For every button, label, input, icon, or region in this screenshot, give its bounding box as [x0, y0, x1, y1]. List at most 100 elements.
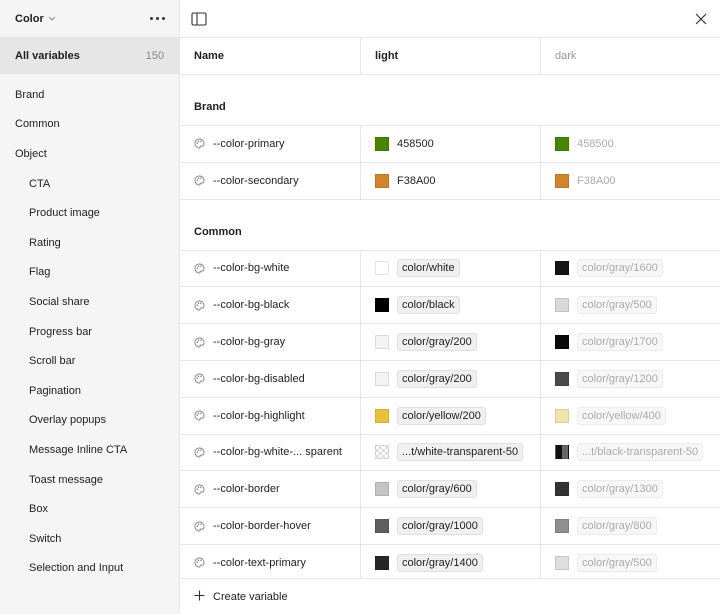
color-swatch[interactable]: [375, 371, 389, 386]
color-swatch[interactable]: [555, 555, 569, 570]
sidebar-item-social-share[interactable]: Social share: [0, 287, 179, 317]
value-cell-light[interactable]: 458500: [360, 126, 540, 162]
color-swatch[interactable]: [555, 335, 569, 350]
more-options-icon[interactable]: [146, 13, 169, 24]
value-cell-dark[interactable]: color/gray/1300: [540, 471, 720, 508]
alias-chip[interactable]: color/gray/1700: [577, 333, 663, 352]
alias-chip[interactable]: color/gray/1000: [397, 517, 483, 536]
close-icon[interactable]: [692, 10, 710, 28]
value-cell-dark[interactable]: color/gray/500: [540, 544, 720, 581]
table-row[interactable]: --color-bg-highlight color/yellow/200 colo…: [180, 396, 720, 434]
color-swatch[interactable]: [375, 555, 389, 570]
table-row[interactable]: --color-secondary F38A00 F38A00: [180, 161, 720, 199]
variable-name-cell[interactable]: --color-bg-white: [180, 251, 360, 287]
variable-name-cell[interactable]: --color-border: [180, 471, 360, 507]
variable-name-cell[interactable]: --color-bg-disabled: [180, 361, 360, 397]
alias-chip[interactable]: ...t/white-transparent-50: [397, 443, 524, 462]
sidebar-item-common[interactable]: Common: [0, 110, 179, 140]
value-cell-light[interactable]: color/gray/600: [360, 471, 540, 508]
color-swatch[interactable]: [555, 173, 569, 188]
alias-chip[interactable]: color/gray/1600: [577, 259, 663, 278]
color-swatch[interactable]: [555, 482, 569, 497]
alias-chip[interactable]: color/gray/1400: [397, 553, 483, 572]
alias-chip[interactable]: color/gray/200: [397, 333, 477, 352]
variable-name-cell[interactable]: --color-text-primary: [180, 545, 360, 581]
table-row[interactable]: --color-bg-disabled color/gray/200 color/g…: [180, 359, 720, 397]
value-cell-light[interactable]: color/gray/1400: [360, 544, 540, 581]
color-swatch[interactable]: [375, 519, 389, 534]
color-swatch[interactable]: [375, 408, 389, 423]
table-row[interactable]: --color-bg-gray color/gray/200 color/gray/…: [180, 323, 720, 360]
table-row[interactable]: --color-text-primary color/gray/1400 color…: [180, 543, 720, 581]
variable-name-cell[interactable]: --color-bg-white-... sparent: [180, 435, 360, 471]
sidebar-item-product-image[interactable]: Product image: [0, 198, 179, 228]
table-row[interactable]: --color-bg-black color/black color/gray/50…: [180, 286, 720, 324]
value-cell-light[interactable]: color/gray/1000: [360, 508, 540, 544]
sidebar-toggle-icon[interactable]: [190, 10, 208, 28]
color-swatch[interactable]: [375, 136, 389, 151]
color-swatch[interactable]: [555, 445, 569, 460]
value-cell-dark[interactable]: color/gray/1600: [540, 250, 720, 287]
value-cell-light[interactable]: color/gray/200: [360, 324, 540, 360]
variable-name-cell[interactable]: --color-bg-highlight: [180, 398, 360, 434]
sidebar-item-overlay-popups[interactable]: Overlay popups: [0, 406, 179, 436]
sidebar-item-selection-and-input[interactable]: Selection and Input: [0, 554, 179, 584]
color-swatch[interactable]: [375, 173, 389, 188]
create-variable-button[interactable]: Create variable: [180, 578, 720, 614]
variable-name-cell[interactable]: --color-secondary: [180, 163, 360, 199]
sidebar-item-progress-bar[interactable]: Progress bar: [0, 317, 179, 347]
table-row[interactable]: --color-border color/gray/600 color/gray/1…: [180, 470, 720, 508]
value-cell-light[interactable]: color/yellow/200: [360, 397, 540, 434]
color-swatch[interactable]: [555, 519, 569, 534]
color-swatch[interactable]: [555, 261, 569, 276]
variable-name-cell[interactable]: --color-bg-gray: [180, 324, 360, 360]
color-swatch[interactable]: [555, 408, 569, 423]
table-row[interactable]: --color-bg-white color/white color/gray/16…: [180, 249, 720, 287]
value-cell-dark[interactable]: color/yellow/400: [540, 397, 720, 434]
sidebar-item-brand[interactable]: Brand: [0, 80, 179, 110]
value-cell-light[interactable]: color/black: [360, 287, 540, 324]
sidebar-item-switch[interactable]: Switch: [0, 524, 179, 554]
collection-selector[interactable]: Color: [15, 13, 56, 25]
value-cell-dark[interactable]: color/gray/500: [540, 287, 720, 324]
value-cell-dark[interactable]: F38A00: [540, 162, 720, 199]
value-cell-light[interactable]: ...t/white-transparent-50: [360, 434, 540, 471]
color-swatch[interactable]: [555, 371, 569, 386]
alias-chip[interactable]: color/white: [397, 259, 460, 278]
color-swatch[interactable]: [555, 136, 569, 151]
value-cell-dark[interactable]: 458500: [540, 126, 720, 162]
color-swatch[interactable]: [375, 482, 389, 497]
color-swatch[interactable]: [375, 445, 389, 460]
sidebar-item-rating[interactable]: Rating: [0, 228, 179, 258]
value-cell-dark[interactable]: color/gray/1200: [540, 360, 720, 397]
column-header-dark[interactable]: dark: [540, 38, 720, 74]
alias-chip[interactable]: color/gray/800: [577, 517, 657, 536]
sidebar-item-pagination[interactable]: Pagination: [0, 376, 179, 406]
sidebar-item-message-inline-cta[interactable]: Message Inline CTA: [0, 435, 179, 465]
alias-chip[interactable]: ...t/black-transparent-50: [577, 443, 704, 462]
alias-chip[interactable]: color/gray/1300: [577, 480, 663, 499]
sidebar-item-all-variables[interactable]: All variables 150: [0, 37, 179, 74]
sidebar-item-object[interactable]: Object: [0, 139, 179, 169]
color-swatch[interactable]: [375, 298, 389, 313]
value-cell-light[interactable]: color/gray/200: [360, 360, 540, 397]
color-swatch[interactable]: [375, 261, 389, 276]
alias-chip[interactable]: color/gray/1200: [577, 369, 663, 388]
value-cell-dark[interactable]: color/gray/1700: [540, 324, 720, 360]
variable-name-cell[interactable]: --color-bg-black: [180, 287, 360, 323]
sidebar-item-flag[interactable]: Flag: [0, 258, 179, 288]
alias-chip[interactable]: color/gray/200: [397, 369, 477, 388]
value-cell-dark[interactable]: ...t/black-transparent-50: [540, 434, 720, 471]
value-cell-light[interactable]: F38A00: [360, 162, 540, 199]
alias-chip[interactable]: color/gray/500: [577, 553, 657, 572]
table-row[interactable]: --color-border-hover color/gray/1000 color…: [180, 507, 720, 544]
alias-chip[interactable]: color/yellow/400: [577, 406, 666, 425]
alias-chip[interactable]: color/gray/500: [577, 296, 657, 315]
column-header-light[interactable]: light: [360, 38, 540, 74]
sidebar-item-scroll-bar[interactable]: Scroll bar: [0, 346, 179, 376]
alias-chip[interactable]: color/yellow/200: [397, 406, 486, 425]
sidebar-item-cta[interactable]: CTA: [0, 169, 179, 199]
variable-name-cell[interactable]: --color-border-hover: [180, 508, 360, 544]
sidebar-item-toast-message[interactable]: Toast message: [0, 465, 179, 495]
value-cell-light[interactable]: color/white: [360, 250, 540, 287]
